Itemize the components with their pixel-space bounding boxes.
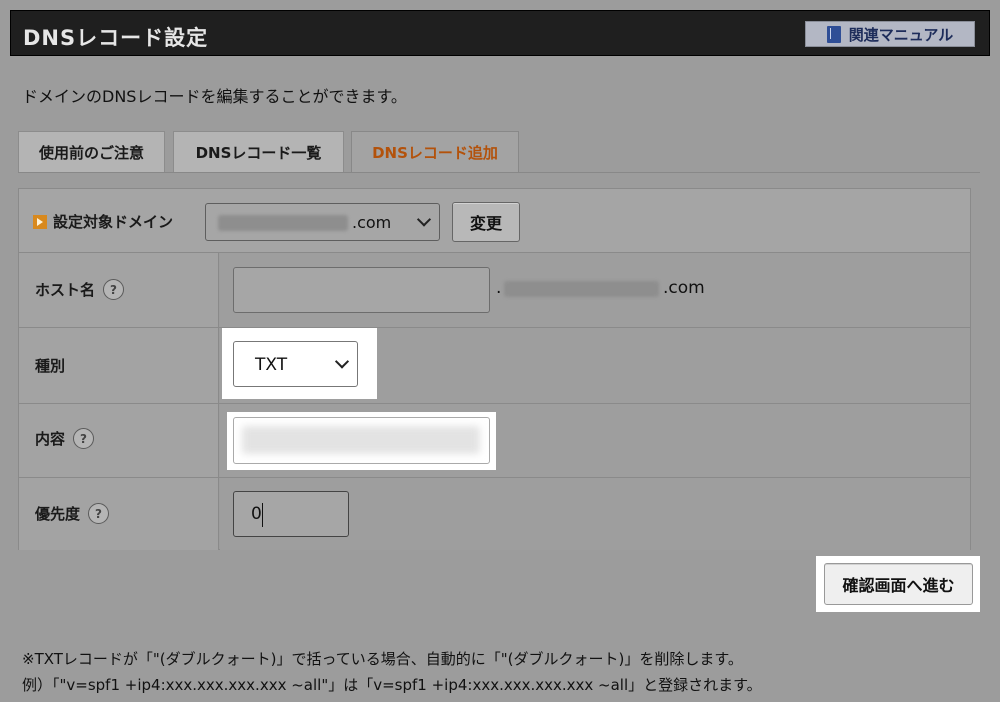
related-manual-label: 関連マニュアル <box>848 25 954 44</box>
domain-row: 設定対象ドメイン .com 変更 <box>19 189 970 253</box>
confirm-button-label: 確認画面へ進む <box>842 576 955 595</box>
domain-select[interactable]: .com <box>205 203 440 241</box>
page-title: DNSレコード設定 <box>23 26 209 50</box>
chevron-down-icon <box>334 354 350 369</box>
content-label-text: 内容 <box>35 430 66 448</box>
page-header: DNSレコード設定 関連マニュアル <box>10 10 990 56</box>
tab-divider <box>18 172 980 173</box>
priority-value-cell: 0 <box>220 478 970 550</box>
domain-label: 設定対象ドメイン <box>33 211 173 232</box>
change-button-label: 変更 <box>469 214 502 233</box>
domain-label-text: 設定対象ドメイン <box>53 213 174 231</box>
content-label-cell: 内容 ? <box>19 404 219 477</box>
type-label: 種別 <box>35 355 65 376</box>
priority-value: 0 <box>251 504 262 524</box>
note-line-1: ※TXTレコードが「"(ダブルクォート)」で括っている場合、自動的に「"(ダブル… <box>22 650 743 668</box>
host-label-cell: ホスト名 ? <box>19 253 219 327</box>
type-label-cell: 種別 <box>19 328 219 403</box>
text-cursor <box>262 503 263 527</box>
type-label-text: 種別 <box>35 357 66 375</box>
content-label: 内容 ? <box>35 428 95 449</box>
arrow-icon <box>33 214 47 229</box>
page-description: ドメインのDNSレコードを編集することができます。 <box>22 87 407 106</box>
change-domain-button[interactable]: 変更 <box>452 202 520 242</box>
tab-label: 使用前のご注意 <box>38 144 144 162</box>
host-domain-suffix: .com <box>663 278 705 298</box>
domain-suffix: .com <box>352 213 392 232</box>
related-manual-button[interactable]: 関連マニュアル <box>805 21 975 47</box>
type-value-cell: TXT <box>220 328 970 403</box>
host-dot: . <box>496 278 502 298</box>
content-value-cell <box>220 404 970 477</box>
priority-label-text: 優先度 <box>35 505 81 523</box>
priority-label: 優先度 ? <box>35 503 110 524</box>
note-line-2: 例）「"v=spf1 +ip4:xxx.xxx.xxx.xxx ~all"」は「… <box>22 676 762 694</box>
blurred-content <box>242 426 480 454</box>
priority-label-cell: 優先度 ? <box>19 478 219 550</box>
dns-record-form: 設定対象ドメイン .com 変更 ホスト名 ? . .com 種別 TXT 内容… <box>18 188 971 550</box>
tab-label: DNSレコード一覧 <box>195 144 322 162</box>
record-type-value: TXT <box>255 355 288 375</box>
content-input[interactable] <box>233 417 490 464</box>
host-input[interactable] <box>233 267 490 313</box>
host-row: ホスト名 ? . .com <box>19 253 970 328</box>
type-row: 種別 TXT <box>19 328 970 404</box>
record-type-select[interactable]: TXT <box>233 341 358 387</box>
book-icon <box>826 25 841 43</box>
host-label: ホスト名 ? <box>35 279 125 300</box>
tab-dns-record-list[interactable]: DNSレコード一覧 <box>173 131 344 173</box>
blurred-host-domain <box>504 281 659 297</box>
tab-dns-record-add[interactable]: DNSレコード追加 <box>351 131 519 173</box>
tab-label: DNSレコード追加 <box>372 144 498 162</box>
help-icon[interactable]: ? <box>73 428 95 449</box>
confirm-button[interactable]: 確認画面へ進む <box>824 563 973 605</box>
host-label-text: ホスト名 <box>35 281 96 299</box>
host-value-cell: . .com <box>220 253 970 327</box>
help-icon[interactable]: ? <box>103 279 125 300</box>
priority-row: 優先度 ? 0 <box>19 478 970 550</box>
tab-precautions[interactable]: 使用前のご注意 <box>18 131 165 173</box>
chevron-down-icon <box>416 212 432 227</box>
blurred-domain <box>218 215 348 231</box>
help-icon[interactable]: ? <box>88 503 110 524</box>
content-row: 内容 ? <box>19 404 970 478</box>
priority-input[interactable]: 0 <box>233 491 349 537</box>
